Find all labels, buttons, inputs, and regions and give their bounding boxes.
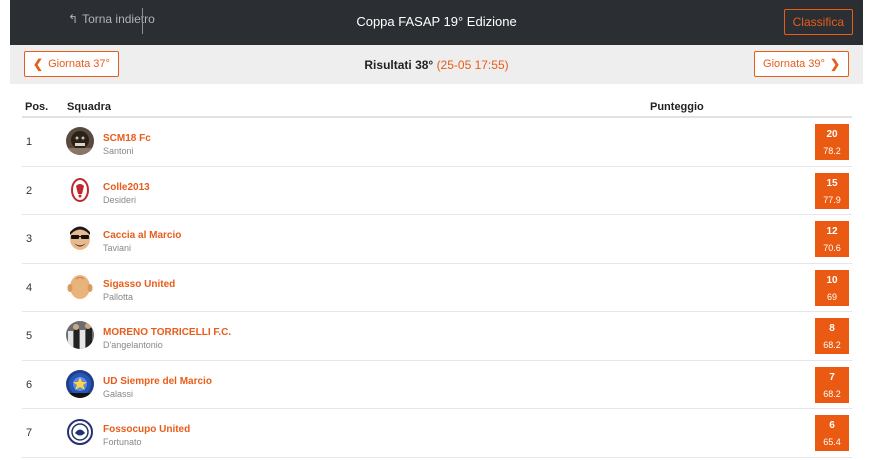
score-total: 68.2 <box>823 340 841 350</box>
page: ↰ Torna indietro Coppa FASAP 19° Edizion… <box>0 0 873 460</box>
bald-head-avatar-icon <box>66 272 94 301</box>
score-total: 70.6 <box>823 243 841 253</box>
score-points: 7 <box>829 371 835 383</box>
score-total: 68.2 <box>823 388 841 399</box>
team-owner: Fortunato <box>103 437 142 447</box>
table-row[interactable]: 5 MORENO TORRICELLI F.C. D'angelantonio … <box>22 312 852 361</box>
column-header-pos: Pos. <box>25 101 49 113</box>
standings-table: Pos. Squadra Punteggio 1 SCM18 Fc Santon… <box>22 96 852 458</box>
chevron-right-icon: ❯ <box>829 57 840 71</box>
next-matchday-label: Giornata 39° <box>763 58 825 70</box>
group-photo-avatar-icon <box>66 321 94 349</box>
table-row[interactable]: 6 UD Siempre del Marcio Galassi 7 68.2 <box>22 361 852 409</box>
navy-crest-avatar-icon <box>66 418 94 446</box>
blue-crest-avatar-icon <box>66 369 94 398</box>
row-position: 4 <box>26 281 33 294</box>
team-name-link[interactable]: Caccia al Marcio <box>103 230 181 241</box>
team-name-link[interactable]: MORENO TORRICELLI F.C. <box>103 327 231 338</box>
row-position: 5 <box>26 330 33 342</box>
score-points: 8 <box>829 323 835 334</box>
table-row[interactable]: 4 Sigasso United Pallotta 10 69 <box>22 264 852 312</box>
table-row[interactable]: 3 Caccia al Marcio Taviani 12 70.6 <box>22 215 852 264</box>
team-name-link[interactable]: Colle2013 <box>103 182 150 193</box>
dark-face-avatar-icon <box>66 127 94 155</box>
row-position: 7 <box>26 427 33 439</box>
score-badge: 20 78.2 <box>815 124 849 160</box>
team-name-link[interactable]: SCM18 Fc <box>103 133 151 144</box>
top-bar: ↰ Torna indietro Coppa FASAP 19° Edizion… <box>10 0 863 45</box>
team-name-link[interactable]: UD Siempre del Marcio <box>103 376 212 387</box>
classifica-button[interactable]: Classifica <box>783 9 853 35</box>
score-total: 65.4 <box>823 437 841 447</box>
table-row[interactable]: 1 SCM18 Fc Santoni 20 78.2 <box>22 118 852 167</box>
score-badge: 7 68.2 <box>815 366 849 403</box>
team-name-link[interactable]: Fossocupo United <box>103 424 190 435</box>
row-position: 6 <box>26 378 33 391</box>
column-header-team: Squadra <box>67 101 112 113</box>
red-crest-avatar-icon <box>66 175 94 204</box>
table-header: Pos. Squadra Punteggio <box>22 96 852 118</box>
row-position: 1 <box>26 136 33 148</box>
team-owner: Pallotta <box>103 291 134 302</box>
column-header-score: Punteggio <box>650 101 704 113</box>
matchday-bar: ❮ Giornata 37° Risultati 38° (25-05 17:5… <box>10 45 863 84</box>
score-points: 12 <box>826 226 838 237</box>
next-matchday-button[interactable]: Giornata 39° ❯ <box>754 51 849 77</box>
row-position: 2 <box>26 184 33 197</box>
score-points: 6 <box>829 420 835 431</box>
results-timestamp: (25-05 17:55) <box>436 58 509 72</box>
score-total: 78.2 <box>823 146 841 156</box>
score-badge: 6 65.4 <box>815 415 849 451</box>
results-heading: Risultati 38° (25-05 17:55) <box>10 58 863 72</box>
score-points: 20 <box>826 129 838 140</box>
table-row[interactable]: 7 Fossocupo United Fortunato 6 65.4 <box>22 409 852 458</box>
team-owner: Desideri <box>103 194 137 205</box>
score-points: 15 <box>826 177 838 189</box>
team-owner: Taviani <box>103 243 132 253</box>
score-total: 69 <box>826 291 837 302</box>
team-owner: Santoni <box>103 146 134 156</box>
score-badge: 10 69 <box>815 269 849 306</box>
score-badge: 12 70.6 <box>815 221 849 257</box>
results-label: Risultati 38° <box>364 58 434 72</box>
sunglasses-face-avatar-icon <box>66 224 94 252</box>
table-row[interactable]: 2 Colle2013 Desideri 15 77.9 <box>22 167 852 215</box>
page-title: Coppa FASAP 19° Edizione <box>356 14 517 29</box>
row-position: 3 <box>26 233 33 245</box>
team-owner: D'angelantonio <box>103 340 163 350</box>
score-total: 77.9 <box>823 194 841 205</box>
team-name-link[interactable]: Sigasso United <box>103 279 175 290</box>
score-badge: 8 68.2 <box>815 318 849 354</box>
score-points: 10 <box>826 274 838 286</box>
score-badge: 15 77.9 <box>815 172 849 209</box>
team-owner: Galassi <box>103 388 134 399</box>
